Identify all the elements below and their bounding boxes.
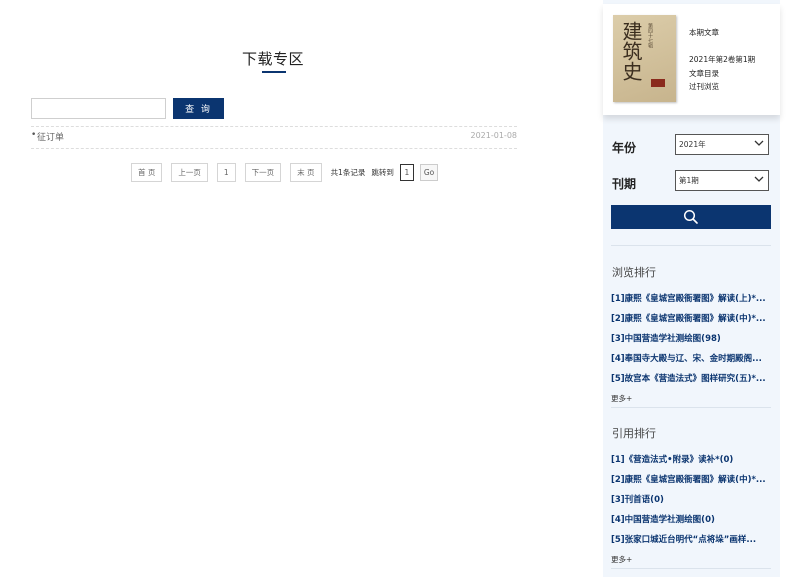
browse-ranking-title: 浏览排行 xyxy=(612,266,656,279)
page-title: 下载专区 xyxy=(241,50,304,68)
go-button[interactable]: Go xyxy=(419,164,439,181)
main-content: 下载专区 查 询 • 征订单 2021-01-08 首 页 上一页 1 下一页 … xyxy=(0,0,600,577)
past-issues-link[interactable]: 过刊浏览 xyxy=(689,81,719,92)
browse-item[interactable]: [5]故宫本《营造法式》图样研究(五)*... xyxy=(611,372,773,384)
title-underline xyxy=(262,71,286,73)
list-item-title[interactable]: 征订单 xyxy=(37,130,64,143)
citation-item[interactable]: [4]中国营造学社测绘图(0) xyxy=(611,513,773,525)
year-label: 年份 xyxy=(612,141,637,155)
total-records: 共1条记录 xyxy=(330,168,366,177)
divider xyxy=(611,407,771,408)
divider xyxy=(31,148,517,149)
current-articles-heading: 本期文章 xyxy=(689,28,719,37)
browse-more-link[interactable]: 更多+ xyxy=(611,393,632,404)
search-button[interactable]: 查 询 xyxy=(173,98,224,119)
search-input[interactable] xyxy=(31,98,166,119)
current-page-button[interactable]: 1 xyxy=(216,163,236,182)
browse-item[interactable]: [1]康熙《皇城宫殿衙署图》解读(上)*... xyxy=(611,292,773,304)
last-page-button[interactable]: 末 页 xyxy=(290,163,322,182)
year-select[interactable]: 2021年 xyxy=(675,134,769,155)
jump-page-input[interactable]: 1 xyxy=(399,164,414,181)
sidebar-search-button[interactable] xyxy=(611,205,771,229)
issue-label: 刊期 xyxy=(612,177,637,191)
divider xyxy=(611,245,771,246)
search-icon xyxy=(683,209,698,224)
chevron-down-icon xyxy=(754,176,764,182)
list-item[interactable]: • 征订单 2021-01-08 xyxy=(31,129,517,145)
browse-item[interactable]: [2]康熙《皇城宫殿衙署图》解读(中)*... xyxy=(611,312,773,324)
journal-cover[interactable]: 建筑史 第四十七辑 xyxy=(613,15,676,102)
citation-item[interactable]: [5]张家口城近台明代“点将垛”画样... xyxy=(611,533,773,545)
pagination: 首 页 上一页 1 下一页 末 页 共1条记录 跳转到 1 Go xyxy=(131,163,439,182)
citation-item[interactable]: [2]康熙《皇城宫殿衙署图》解读(中)*... xyxy=(611,473,773,485)
issue-select[interactable]: 第1期 xyxy=(675,170,769,191)
browse-item[interactable]: [3]中国营造学社测绘图(98) xyxy=(611,332,773,344)
citation-ranking-title: 引用排行 xyxy=(612,427,656,440)
toc-link[interactable]: 文章目录 xyxy=(689,68,719,79)
divider xyxy=(611,568,771,569)
year-select-value: 2021年 xyxy=(679,140,706,149)
cover-seal xyxy=(651,79,665,87)
browse-item[interactable]: [4]奉国寺大殿与辽、宋、金时期殿阁... xyxy=(611,352,773,364)
citation-item[interactable]: [3]刊首语(0) xyxy=(611,493,773,505)
prev-page-button[interactable]: 上一页 xyxy=(171,163,208,182)
issue-select-value: 第1期 xyxy=(679,176,699,185)
citation-item[interactable]: [1]《营造法式•附录》读补*(0) xyxy=(611,453,773,465)
cover-title: 建筑史 xyxy=(619,21,643,81)
list-item-date: 2021-01-08 xyxy=(470,131,518,140)
chevron-down-icon xyxy=(754,140,764,146)
cover-subtitle: 第四十七辑 xyxy=(647,23,653,48)
first-page-button[interactable]: 首 页 xyxy=(131,163,163,182)
bullet: • xyxy=(31,130,37,140)
citation-more-link[interactable]: 更多+ xyxy=(611,554,632,565)
jump-label: 跳转到 xyxy=(371,168,394,177)
issue-info: 2021年第2卷第1期 xyxy=(689,55,756,64)
divider xyxy=(31,126,517,127)
next-page-button[interactable]: 下一页 xyxy=(244,163,282,182)
